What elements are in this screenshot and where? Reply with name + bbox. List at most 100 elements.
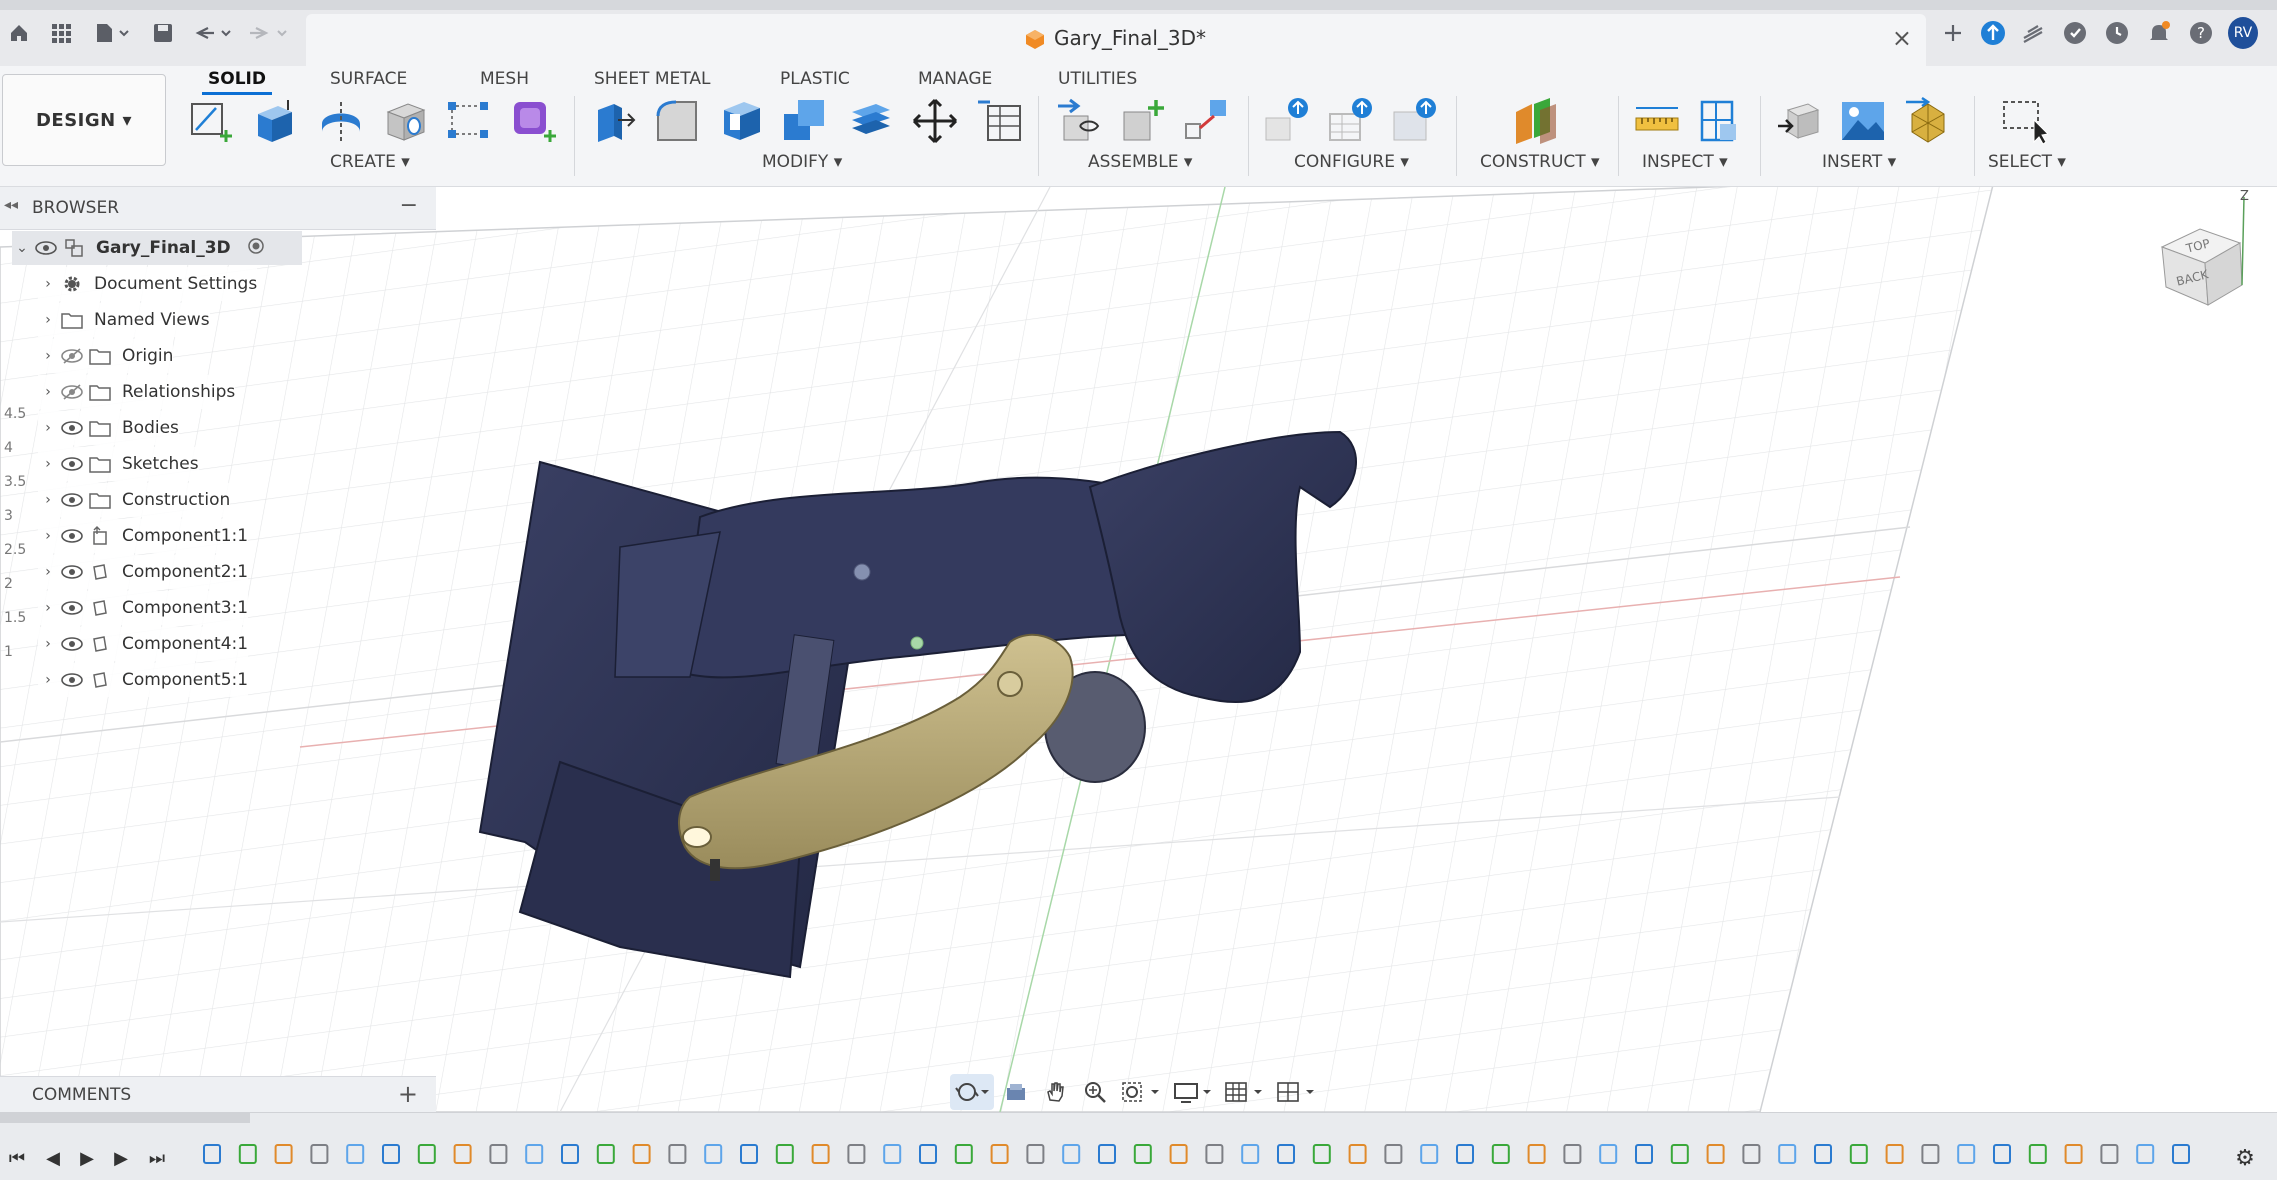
timeline-feature-icon[interactable] — [596, 1144, 615, 1164]
timeline-feature-icon[interactable] — [775, 1144, 794, 1164]
tree-item-document-settings[interactable]: › Document Settings — [38, 267, 258, 301]
eye-icon[interactable] — [58, 454, 86, 474]
configure-icon[interactable] — [1262, 96, 1312, 146]
timeline-feature-icon[interactable] — [203, 1144, 221, 1164]
inspect-group-label[interactable]: INSPECT ▾ — [1642, 152, 1728, 172]
chevron-right-icon[interactable]: › — [38, 600, 58, 616]
workspace-switcher-button[interactable]: DESIGN ▾ — [2, 74, 166, 166]
modify-group-label[interactable]: MODIFY ▾ — [762, 152, 842, 172]
timeline-feature-icon[interactable] — [1312, 1144, 1331, 1164]
tree-item-component5[interactable]: › Component5:1 — [38, 663, 249, 697]
create-sketch-icon[interactable] — [186, 96, 236, 146]
timeline-feature-icon[interactable] — [2064, 1144, 2083, 1164]
redo-icon[interactable] — [246, 20, 290, 46]
timeline-feature-icon[interactable] — [1098, 1144, 1116, 1164]
orbit-icon[interactable] — [950, 1074, 994, 1110]
browser-minimize-button[interactable]: − — [400, 193, 418, 218]
chevron-right-icon[interactable]: › — [38, 420, 58, 436]
eye-icon[interactable] — [58, 490, 86, 510]
tree-item-component1[interactable]: › Component1:1 — [38, 519, 249, 553]
notifications-bell-icon[interactable] — [2144, 18, 2174, 48]
timeline-feature-icon[interactable] — [1563, 1144, 1582, 1164]
timeline-feature-icon[interactable] — [668, 1144, 687, 1164]
shell-icon[interactable] — [716, 96, 766, 146]
timeline-feature-icon[interactable] — [1241, 1144, 1260, 1164]
timeline-feature-icon[interactable] — [883, 1144, 902, 1164]
chevron-down-icon[interactable]: ⌄ — [12, 240, 32, 256]
timeline-feature-icon[interactable] — [346, 1144, 365, 1164]
timeline-feature-icon[interactable] — [919, 1144, 937, 1164]
timeline-feature-icon[interactable] — [954, 1144, 973, 1164]
tab-utilities[interactable]: UTILITIES — [1052, 66, 1143, 92]
revolve-icon[interactable] — [316, 96, 366, 146]
tree-item-bodies[interactable]: › Bodies — [38, 411, 179, 445]
tab-manage[interactable]: MANAGE — [912, 66, 998, 92]
play-icon[interactable]: ▶ — [74, 1145, 100, 1171]
create-form-icon[interactable] — [508, 96, 558, 146]
timeline-feature-icon[interactable] — [1527, 1144, 1546, 1164]
extensions-icon[interactable] — [1978, 18, 2008, 48]
offset-plane-icon[interactable] — [1510, 96, 1560, 146]
chevron-right-icon[interactable]: › — [38, 492, 58, 508]
chevron-right-icon[interactable]: › — [38, 456, 58, 472]
select-window-icon[interactable] — [1998, 96, 2048, 146]
timeline-feature-icon[interactable] — [310, 1144, 329, 1164]
activate-radio-icon[interactable] — [247, 237, 265, 260]
timeline-feature-icon[interactable] — [238, 1144, 257, 1164]
timeline-feature-icon[interactable] — [1670, 1144, 1689, 1164]
timeline-feature-icon[interactable] — [2172, 1144, 2190, 1164]
timeline-feature-icon[interactable] — [704, 1144, 723, 1164]
extrude-icon[interactable] — [250, 96, 300, 146]
move-copy-icon[interactable] — [910, 96, 960, 146]
eye-hidden-icon[interactable] — [58, 346, 86, 366]
step-back-icon[interactable]: ◀ — [40, 1145, 66, 1171]
data-panel-grid-icon[interactable] — [48, 20, 74, 46]
timeline-feature-icon[interactable] — [1384, 1144, 1403, 1164]
timeline-feature-icon[interactable] — [632, 1144, 651, 1164]
clock-icon[interactable] — [2102, 18, 2132, 48]
look-at-icon[interactable] — [998, 1074, 1034, 1110]
tree-item-named-views[interactable]: › Named Views — [38, 303, 210, 337]
hole-icon[interactable] — [380, 96, 430, 146]
timeline-feature-icon[interactable] — [489, 1144, 508, 1164]
eye-icon[interactable] — [58, 670, 86, 690]
assemble-group-label[interactable]: ASSEMBLE ▾ — [1088, 152, 1192, 172]
document-tab[interactable]: Gary_Final_3D* × — [306, 14, 1926, 66]
timeline-feature-icon[interactable] — [847, 1144, 866, 1164]
joint-icon[interactable] — [1054, 96, 1104, 146]
press-pull-icon[interactable] — [588, 96, 638, 146]
tab-surface[interactable]: SURFACE — [324, 66, 413, 92]
measure-icon[interactable] — [1632, 96, 1682, 146]
tab-solid[interactable]: SOLID — [202, 66, 272, 95]
timeline-feature-icon[interactable] — [1921, 1144, 1940, 1164]
timeline-feature-icon[interactable] — [1885, 1144, 1904, 1164]
configure-table-icon[interactable] — [1326, 96, 1376, 146]
as-built-joint-icon[interactable] — [1182, 96, 1232, 146]
tree-item-construction[interactable]: › Construction — [38, 483, 231, 517]
timeline-feature-icon[interactable] — [2028, 1144, 2047, 1164]
chevron-right-icon[interactable]: › — [38, 348, 58, 364]
change-parameters-icon[interactable] — [974, 96, 1024, 146]
display-settings-icon[interactable] — [1169, 1074, 1217, 1110]
timeline-feature-icon[interactable] — [1062, 1144, 1081, 1164]
help-icon[interactable]: ? — [2186, 18, 2216, 48]
chevron-right-icon[interactable]: › — [38, 636, 58, 652]
timeline-feature-icon[interactable] — [1205, 1144, 1224, 1164]
timeline-feature-icon[interactable] — [2100, 1144, 2119, 1164]
timeline-feature-icon[interactable] — [1026, 1144, 1045, 1164]
timeline-feature-icon[interactable] — [1169, 1144, 1188, 1164]
eye-icon[interactable] — [58, 526, 86, 546]
chevron-right-icon[interactable]: › — [38, 564, 58, 580]
fit-zoom-icon[interactable] — [1117, 1074, 1165, 1110]
timeline-feature-icon[interactable] — [1599, 1144, 1618, 1164]
timeline-scrollbar[interactable] — [0, 1113, 250, 1123]
timeline-feature-icon[interactable] — [1491, 1144, 1510, 1164]
timeline-feature-icon[interactable] — [453, 1144, 472, 1164]
timeline-feature-icon[interactable] — [990, 1144, 1009, 1164]
timeline-feature-icon[interactable] — [2136, 1144, 2155, 1164]
timeline-feature-icon[interactable] — [1706, 1144, 1725, 1164]
pattern-icon[interactable] — [444, 96, 494, 146]
timeline-settings-gear-icon[interactable]: ⚙ — [2232, 1145, 2258, 1171]
insert-canvas-icon[interactable] — [1838, 96, 1888, 146]
create-group-label[interactable]: CREATE ▾ — [330, 152, 410, 172]
